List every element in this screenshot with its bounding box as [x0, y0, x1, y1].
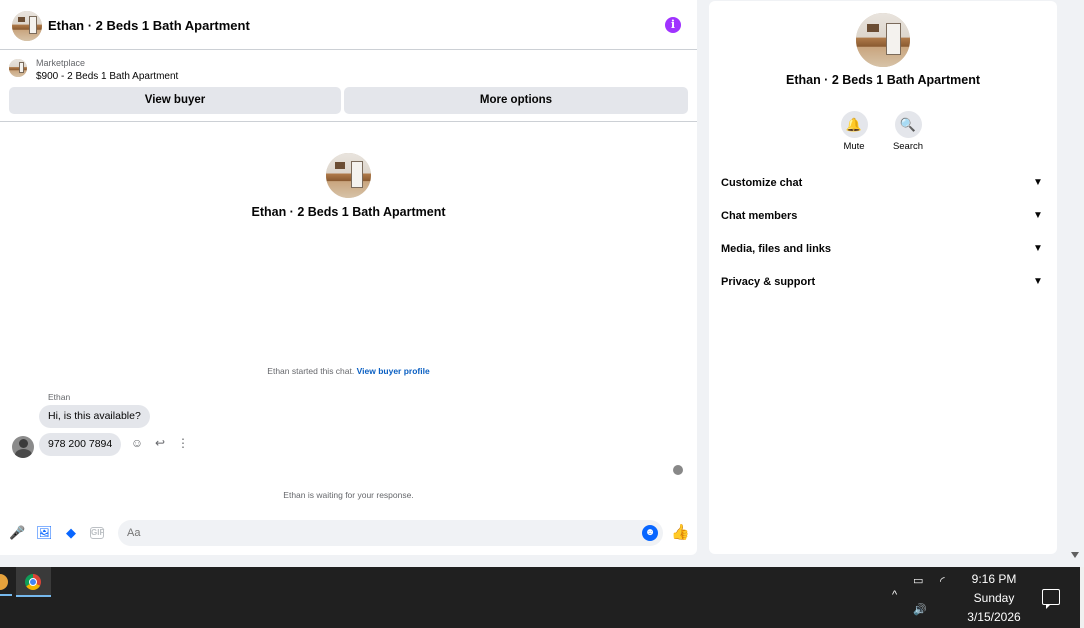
section-label: Chat members	[721, 210, 798, 222]
show-hidden-icons-icon[interactable]: ^	[892, 589, 897, 601]
chevron-down-icon: ▼	[1033, 276, 1043, 287]
message-bubble[interactable]: Hi, is this available?	[39, 405, 150, 428]
chrome-icon	[25, 574, 41, 590]
listing-avatar[interactable]	[12, 11, 42, 41]
photo-icon[interactable]: 🖼	[36, 525, 53, 541]
chrome-taskbar-button[interactable]	[16, 567, 51, 597]
view-buyer-profile-link[interactable]: View buyer profile	[357, 366, 430, 376]
mute-label: Mute	[843, 141, 865, 152]
emoji-icon[interactable]: ☻	[642, 525, 658, 541]
notifications-icon[interactable]	[1042, 589, 1060, 609]
reply-icon[interactable]: ↩	[153, 436, 167, 450]
sender-name: Ethan	[48, 392, 71, 402]
chevron-down-icon: ▼	[1033, 177, 1043, 188]
chat-panel: Ethan · 2 Beds 1 Bath Apartment i Market…	[0, 0, 697, 555]
message-input[interactable]	[118, 520, 663, 546]
show-desktop-button[interactable]	[1080, 567, 1084, 628]
react-icon[interactable]: ☺	[130, 436, 144, 450]
battery-icon[interactable]: ▭	[913, 574, 923, 587]
section-media-files-links[interactable]: Media, files and links ▼	[721, 239, 1045, 259]
listing-price-title[interactable]: $900 - 2 Beds 1 Bath Apartment	[36, 71, 178, 82]
section-label: Media, files and links	[721, 243, 832, 255]
section-label: Privacy & support	[721, 276, 816, 288]
message-bubble[interactable]: 978 200 7894	[39, 433, 122, 456]
seen-receipt-avatar	[673, 465, 683, 475]
chat-details-panel: Ethan · 2 Beds 1 Bath Apartment 🔔 Mute 🔍…	[709, 1, 1057, 554]
search-label: Search	[892, 141, 924, 152]
chat-title[interactable]: Ethan · 2 Beds 1 Bath Apartment	[48, 18, 250, 33]
details-avatar	[856, 13, 910, 67]
more-options-button[interactable]: More options	[344, 87, 688, 114]
sticker-icon[interactable]: ◆	[63, 525, 79, 541]
section-customize-chat[interactable]: Customize chat ▼	[721, 173, 1045, 193]
microphone-icon[interactable]: 🎤	[9, 525, 25, 541]
taskbar: ^ ▭ ◜ 🔊 9:16 PM Sunday 3/15/2026	[0, 567, 1084, 628]
conversation-title: Ethan · 2 Beds 1 Bath Apartment	[251, 205, 446, 219]
clock-day[interactable]: Sunday	[950, 591, 1038, 605]
search-icon: 🔍	[894, 111, 922, 138]
mute-button[interactable]: 🔔 Mute	[834, 111, 874, 152]
section-chat-members[interactable]: Chat members ▼	[721, 206, 1045, 226]
message-actions: ☺ ↩ ⋮	[130, 436, 190, 450]
more-icon[interactable]: ⋮	[176, 436, 190, 450]
conversation-avatar	[326, 153, 371, 198]
marketplace-listing-bar: Marketplace $900 - 2 Beds 1 Bath Apartme…	[0, 50, 697, 122]
composer: 🎤 🖼 ◆ GIF ☻ 👍	[0, 515, 697, 551]
info-icon[interactable]: i	[665, 17, 681, 33]
taskbar-indicator	[0, 594, 12, 596]
chat-header: Ethan · 2 Beds 1 Bath Apartment i	[0, 0, 697, 50]
section-label: Customize chat	[721, 177, 803, 189]
clock-time[interactable]: 9:16 PM	[950, 572, 1038, 586]
wifi-icon[interactable]: ◜	[940, 574, 945, 588]
volume-icon[interactable]: 🔊	[913, 603, 927, 616]
marketplace-label: Marketplace	[36, 58, 86, 68]
chat-started-text: Ethan started this chat.	[267, 366, 355, 376]
chevron-down-icon: ▼	[1033, 210, 1043, 221]
chat-started-notice: Ethan started this chat. View buyer prof…	[0, 366, 697, 376]
search-button[interactable]: 🔍 Search	[888, 111, 928, 152]
clock-date[interactable]: 3/15/2026	[950, 610, 1038, 624]
sender-avatar[interactable]	[12, 436, 34, 458]
details-title: Ethan · 2 Beds 1 Bath Apartment	[785, 73, 980, 87]
chevron-down-icon: ▼	[1033, 243, 1043, 254]
section-privacy-support[interactable]: Privacy & support ▼	[721, 272, 1045, 292]
listing-thumbnail[interactable]	[9, 59, 27, 77]
taskbar-app-icon[interactable]	[0, 574, 8, 590]
gif-icon[interactable]: GIF	[90, 527, 104, 539]
scroll-down-arrow-icon[interactable]	[1071, 552, 1079, 558]
waiting-notice: Ethan is waiting for your response.	[283, 490, 414, 500]
bell-icon: 🔔	[840, 111, 868, 138]
view-buyer-button[interactable]: View buyer	[9, 87, 341, 114]
thumbs-up-icon[interactable]: 👍	[671, 524, 690, 542]
